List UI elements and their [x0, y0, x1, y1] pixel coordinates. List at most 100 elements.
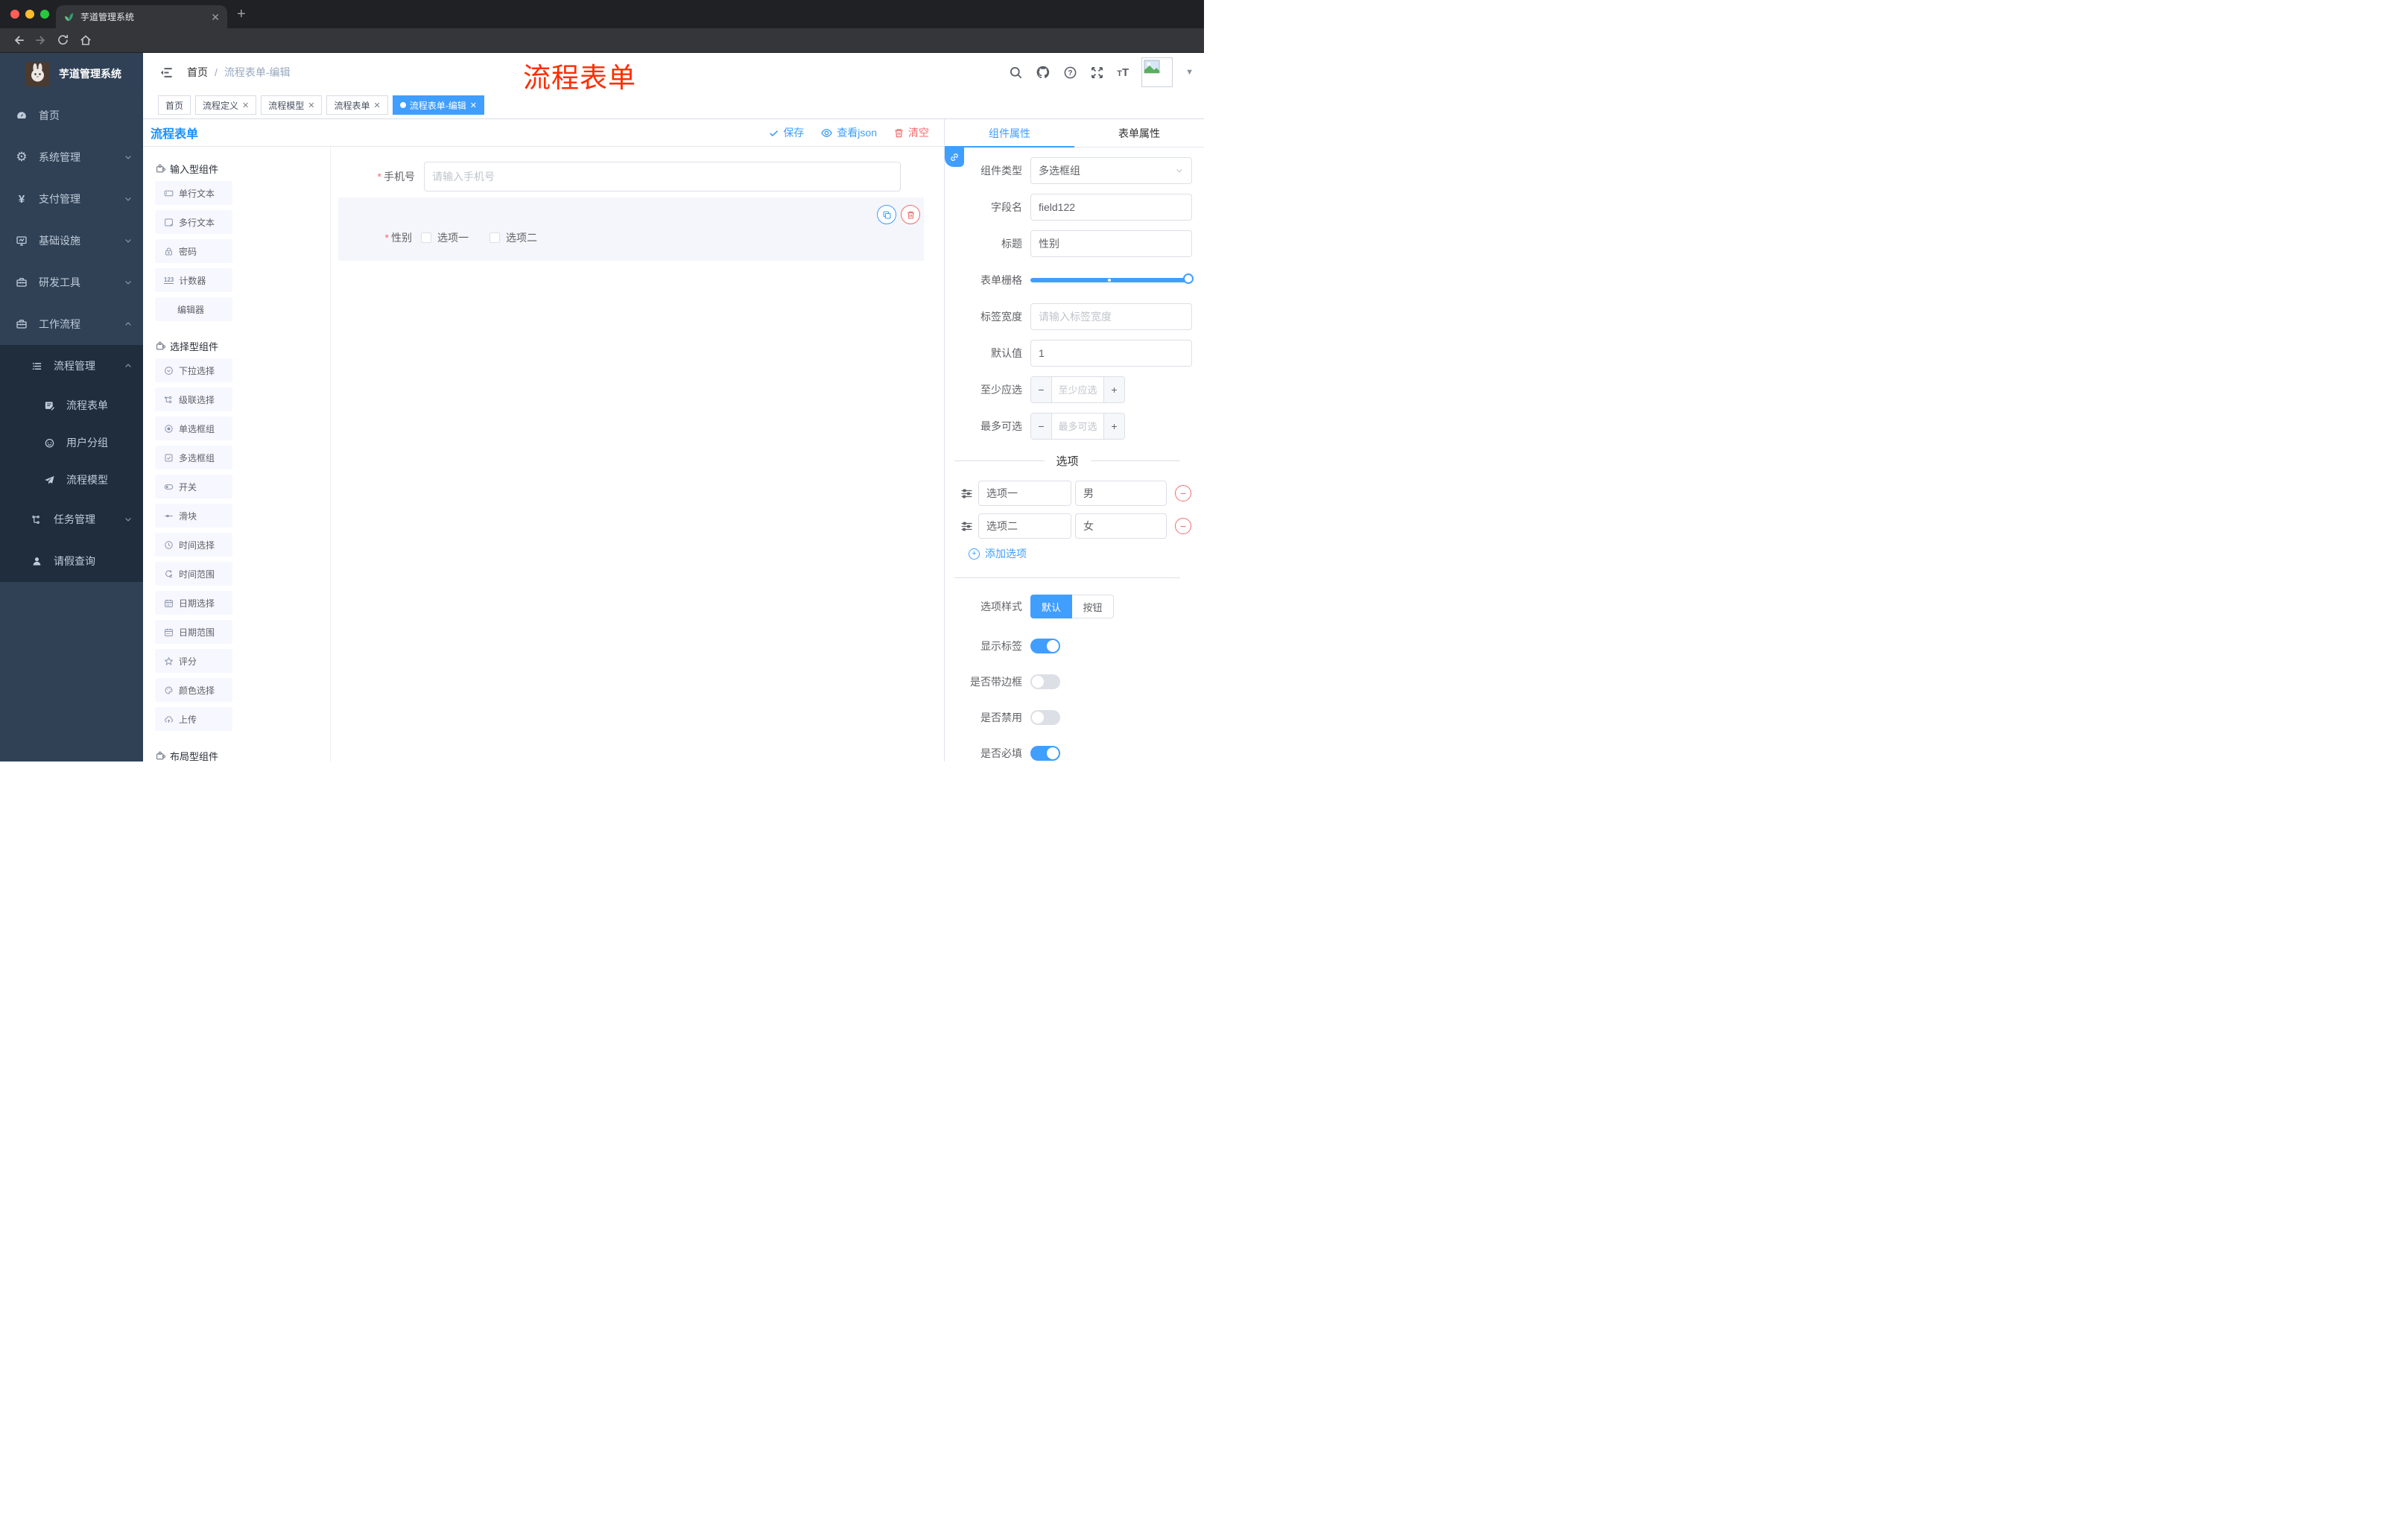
- plus-icon[interactable]: +: [1103, 377, 1124, 402]
- sidebar-item-task-mgmt[interactable]: 任务管理: [0, 498, 143, 540]
- back-icon[interactable]: [12, 34, 25, 47]
- default-value-input[interactable]: [1030, 340, 1192, 367]
- phone-input[interactable]: [424, 162, 901, 191]
- tab-form-props[interactable]: 表单属性: [1074, 119, 1204, 147]
- component-chip-select[interactable]: 下拉选择: [155, 358, 232, 382]
- view-json-button[interactable]: 查看json: [820, 125, 877, 140]
- plus-icon[interactable]: +: [1103, 414, 1124, 439]
- component-chip-date-range[interactable]: 日期范围: [155, 620, 232, 644]
- close-icon[interactable]: ✕: [374, 101, 381, 110]
- remove-option-button[interactable]: −: [1175, 485, 1191, 501]
- disabled-switch[interactable]: [1030, 710, 1060, 725]
- sidebar-collapse-icon[interactable]: [159, 66, 174, 80]
- component-chip-checkbox-group[interactable]: 多选框组: [155, 446, 232, 469]
- min-select-input[interactable]: [1052, 377, 1103, 402]
- browser-tab[interactable]: 芋道管理系统 ✕: [56, 5, 227, 28]
- tag-process-definition[interactable]: 流程定义 ✕: [195, 95, 257, 115]
- copy-component-button[interactable]: [877, 205, 896, 224]
- component-chip-rate[interactable]: 评分: [155, 649, 232, 673]
- label-width-input[interactable]: [1030, 303, 1192, 330]
- fullscreen-icon[interactable]: [1090, 66, 1104, 80]
- home-icon[interactable]: [79, 34, 92, 47]
- sidebar-item-devtools[interactable]: 研发工具: [0, 262, 143, 303]
- required-switch[interactable]: [1030, 746, 1060, 761]
- component-chip-radio-group[interactable]: 单选框组: [155, 417, 232, 440]
- slider-track[interactable]: [1030, 273, 1194, 284]
- component-chip-color-picker[interactable]: 颜色选择: [155, 678, 232, 702]
- save-button[interactable]: 保存: [768, 125, 804, 140]
- tag-process-form[interactable]: 流程表单 ✕: [326, 95, 388, 115]
- title-input[interactable]: [1030, 230, 1192, 257]
- avatar-caret-icon[interactable]: ▼: [1185, 68, 1194, 77]
- slider-handle[interactable]: [1183, 273, 1194, 284]
- window-minimize-button[interactable]: [25, 10, 34, 19]
- tab-component-props[interactable]: 组件属性: [945, 119, 1074, 147]
- option-label-input[interactable]: [978, 481, 1071, 506]
- close-icon[interactable]: ✕: [308, 101, 314, 110]
- help-icon[interactable]: ?: [1063, 66, 1077, 80]
- sidebar-logo[interactable]: 芋道管理系统: [0, 53, 143, 95]
- drag-handle-icon[interactable]: [960, 487, 973, 500]
- component-chip-cascader[interactable]: 级联选择: [155, 387, 232, 411]
- checkbox-option-2[interactable]: 选项二: [489, 230, 537, 245]
- component-chip-time-picker[interactable]: 时间选择: [155, 533, 232, 557]
- sidebar-item-payment[interactable]: ¥ 支付管理: [0, 178, 143, 220]
- add-option-button[interactable]: + 添加选项: [969, 546, 1192, 561]
- remove-option-button[interactable]: −: [1175, 518, 1191, 534]
- sidebar-item-process-mgmt[interactable]: 流程管理: [0, 345, 143, 387]
- sidebar-item-user-group[interactable]: 用户分组: [0, 424, 143, 461]
- style-default-button[interactable]: 默认: [1030, 595, 1072, 618]
- sidebar-item-process-form[interactable]: 流程表单: [0, 387, 143, 424]
- tag-process-form-edit[interactable]: 流程表单-编辑 ✕: [392, 95, 484, 115]
- sidebar-item-workflow[interactable]: 工作流程: [0, 303, 143, 345]
- field-name-input[interactable]: [1030, 194, 1192, 221]
- github-icon[interactable]: [1036, 65, 1051, 80]
- style-button-button[interactable]: 按钮: [1072, 595, 1114, 618]
- window-close-button[interactable]: [10, 10, 19, 19]
- component-chip-password[interactable]: 密码: [155, 239, 232, 263]
- window-zoom-button[interactable]: [40, 10, 49, 19]
- close-icon[interactable]: ✕: [470, 101, 477, 110]
- search-icon[interactable]: [1009, 66, 1023, 80]
- checkbox-option-1[interactable]: 选项一: [421, 230, 469, 245]
- canvas-field-phone[interactable]: * 手机号: [338, 162, 944, 191]
- new-tab-button[interactable]: +: [237, 6, 246, 23]
- tag-process-model[interactable]: 流程模型 ✕: [261, 95, 323, 115]
- component-chip-multi-text[interactable]: 多行文本: [155, 210, 232, 234]
- tag-home[interactable]: 首页: [158, 95, 191, 115]
- component-chip-upload[interactable]: 上传: [155, 707, 232, 731]
- show-label-switch[interactable]: [1030, 639, 1060, 653]
- grid-slider[interactable]: [1030, 267, 1194, 294]
- minus-icon[interactable]: −: [1031, 377, 1052, 402]
- close-icon[interactable]: ✕: [242, 101, 249, 110]
- component-chip-date-picker[interactable]: 日期选择: [155, 591, 232, 615]
- component-chip-time-range[interactable]: 时间范围: [155, 562, 232, 586]
- component-chip-switch[interactable]: 开关: [155, 475, 232, 498]
- tab-close-icon[interactable]: ✕: [211, 12, 220, 22]
- component-chip-slider[interactable]: 滑块: [155, 504, 232, 528]
- avatar[interactable]: [1141, 57, 1173, 87]
- sidebar-item-infra[interactable]: 基础设施: [0, 220, 143, 262]
- sidebar-item-system[interactable]: ⚙ 系统管理: [0, 136, 143, 178]
- font-size-icon[interactable]: TT: [1117, 66, 1129, 79]
- minus-icon[interactable]: −: [1031, 414, 1052, 439]
- border-switch[interactable]: [1030, 674, 1060, 689]
- canvas-field-gender-selected[interactable]: * 性别 选项一 选项二: [338, 197, 924, 261]
- forward-icon[interactable]: [34, 34, 48, 47]
- drag-handle-icon[interactable]: [960, 520, 973, 533]
- clear-button[interactable]: 清空: [893, 125, 929, 140]
- breadcrumb-home[interactable]: 首页: [187, 65, 208, 80]
- max-select-input[interactable]: [1052, 414, 1103, 439]
- binding-link-tab[interactable]: [945, 148, 964, 167]
- option-label-input[interactable]: [978, 513, 1071, 539]
- component-chip-counter[interactable]: 123 计数器: [155, 268, 232, 292]
- option-value-input[interactable]: [1075, 513, 1167, 539]
- sidebar-item-process-model[interactable]: 流程模型: [0, 461, 143, 498]
- component-type-select[interactable]: 多选框组: [1030, 157, 1192, 184]
- component-chip-editor[interactable]: 编辑器: [155, 297, 232, 321]
- delete-component-button[interactable]: [901, 205, 920, 224]
- sidebar-item-home[interactable]: 首页: [0, 95, 143, 136]
- option-value-input[interactable]: [1075, 481, 1167, 506]
- reload-icon[interactable]: [57, 34, 69, 46]
- component-chip-single-text[interactable]: 单行文本: [155, 181, 232, 205]
